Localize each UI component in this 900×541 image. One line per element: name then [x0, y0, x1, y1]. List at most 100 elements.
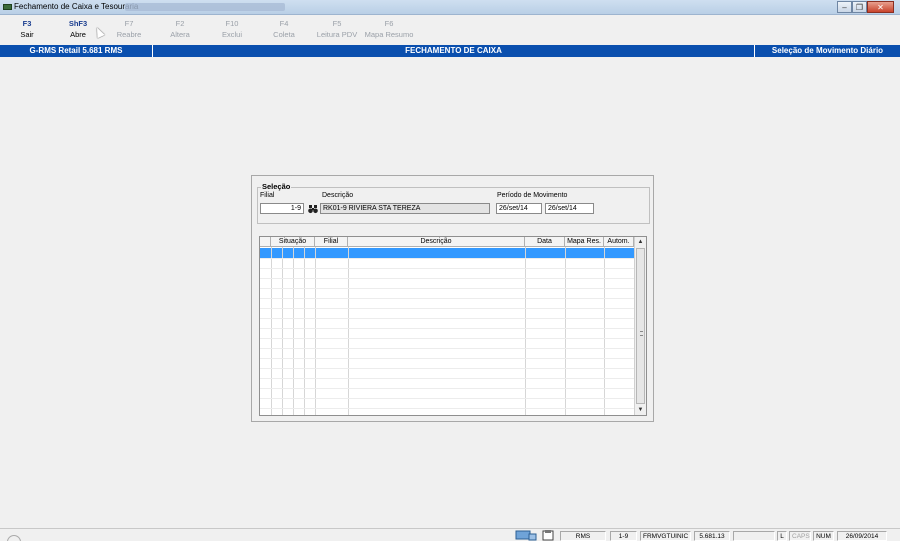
status-l: L — [777, 531, 787, 541]
column-descricao[interactable]: Descrição — [348, 237, 525, 247]
grid-row-line — [260, 368, 634, 369]
fkey-key: F4 — [279, 19, 289, 28]
status-num: NUM — [813, 531, 834, 541]
window-title: Fechamento de Caixa e Tesouraria — [14, 2, 139, 11]
app-icon — [3, 4, 12, 10]
column-autom[interactable]: Autom. — [604, 237, 634, 247]
scrollbar-grip — [640, 331, 643, 336]
fkey-label: Sair — [20, 30, 34, 39]
fkey-label: Altera — [170, 30, 190, 39]
selection-group: Seleção Filial 1-9 Descrição RK01-9 RIVI… — [257, 182, 650, 224]
fkey-exclui[interactable]: F10 Exclui — [205, 19, 259, 40]
minimize-button[interactable]: – — [837, 1, 852, 13]
scrollbar-thumb[interactable] — [636, 248, 645, 404]
fkey-key: F2 — [175, 19, 185, 28]
filial-label: Filial — [260, 192, 275, 199]
fkey-mapa-resumo[interactable]: F6 Mapa Resumo — [362, 19, 416, 40]
status-version: 5.681.13 — [694, 531, 730, 541]
clipboard-icon — [542, 530, 554, 541]
screen-title: FECHAMENTO DE CAIXA — [405, 46, 502, 55]
grid-column-line — [304, 247, 305, 415]
fkey-key: F6 — [384, 19, 394, 28]
close-button[interactable]: ✕ — [867, 1, 894, 13]
scroll-down-icon[interactable]: ▼ — [635, 405, 646, 415]
status-form: FRMVGTUINIC — [640, 531, 691, 541]
restore-button[interactable]: ❐ — [852, 1, 867, 13]
grid-row-line — [260, 408, 634, 409]
fkey-label: Reabre — [116, 30, 142, 39]
selection-panel: Seleção Filial 1-9 Descrição RK01-9 RIVI… — [251, 175, 654, 422]
grid-row-line — [260, 398, 634, 399]
periodo-inicio-input[interactable]: 26/set/14 — [496, 203, 542, 214]
status-date: 26/09/2014 — [837, 531, 887, 541]
grid-row-line — [260, 298, 634, 299]
close-icon: ✕ — [877, 2, 884, 12]
network-computer-icon — [515, 530, 537, 541]
status-user: RMS — [560, 531, 606, 541]
app-name: G-RMS Retail 5.681 RMS — [29, 46, 123, 55]
grid-column-line — [348, 247, 349, 415]
window-controls: – ❐ ✕ — [837, 1, 894, 13]
redacted-title-area — [125, 3, 285, 11]
status-filial: 1-9 — [610, 531, 637, 541]
filial-input[interactable]: 1-9 — [260, 203, 304, 214]
grid-row-line — [260, 388, 634, 389]
movement-grid: Situação Filial Descrição Data Mapa Res.… — [259, 236, 647, 416]
scroll-up-icon[interactable]: ▲ — [635, 237, 646, 247]
fkey-label: Mapa Resumo — [364, 30, 414, 39]
grid-row-line — [260, 338, 634, 339]
grid-column-line — [282, 247, 283, 415]
grid-row-line — [260, 348, 634, 349]
status-empty — [733, 531, 775, 541]
status-bar: RMS 1-9 FRMVGTUINIC 5.681.13 L CAPS NUM … — [0, 528, 900, 541]
column-situacao[interactable]: Situação — [271, 237, 315, 247]
function-key-toolbar: F3 Sair ShF3 Abre F7 Reabre F2 Altera F1… — [0, 16, 900, 44]
grid-column-line — [565, 247, 566, 415]
window-titlebar: Fechamento de Caixa e Tesouraria – ❐ ✕ — [0, 0, 900, 15]
grid-row-line — [260, 288, 634, 289]
grid-header-indicator — [260, 237, 271, 247]
grid-row-line — [260, 308, 634, 309]
column-filial[interactable]: Filial — [315, 237, 348, 247]
fkey-coleta[interactable]: F4 Coleta — [257, 19, 311, 40]
grid-row-line — [260, 258, 634, 259]
grid-vertical-scrollbar[interactable]: ▲ ▼ — [634, 237, 646, 415]
grid-column-line — [525, 247, 526, 415]
binoculars-search-icon[interactable] — [308, 204, 318, 214]
fkey-altera[interactable]: F2 Altera — [153, 19, 207, 40]
fkey-reabre[interactable]: F7 Reabre — [102, 19, 156, 40]
grid-row-line — [260, 278, 634, 279]
status-caps: CAPS — [789, 531, 811, 541]
fkey-key: F7 — [124, 19, 134, 28]
grid-column-line — [293, 247, 294, 415]
grid-row-line — [260, 358, 634, 359]
fkey-label: Exclui — [221, 30, 242, 39]
fkey-sair[interactable]: F3 Sair — [0, 19, 54, 40]
fkey-key: F10 — [225, 19, 239, 28]
restore-icon: ❐ — [855, 2, 864, 12]
selected-table-row[interactable] — [260, 248, 634, 258]
grid-row-line — [260, 378, 634, 379]
grid-header: Situação Filial Descrição Data Mapa Res.… — [260, 237, 634, 247]
fkey-key: F5 — [332, 19, 342, 28]
grid-row-line — [260, 328, 634, 329]
grid-column-line — [315, 247, 316, 415]
grid-column-line — [604, 247, 605, 415]
periodo-label: Período de Movimento — [497, 192, 568, 199]
column-mapa-res[interactable]: Mapa Res. — [565, 237, 604, 247]
column-data[interactable]: Data — [525, 237, 565, 247]
fkey-label: Coleta — [273, 30, 295, 39]
fkey-key: F3 — [22, 19, 32, 28]
grid-column-line — [271, 247, 272, 415]
minimize-icon: – — [842, 2, 847, 12]
module-header-bar: G-RMS Retail 5.681 RMS FECHAMENTO DE CAI… — [0, 45, 900, 57]
fkey-leitura-pdv[interactable]: F5 Leitura PDV — [310, 19, 364, 40]
grid-row-line — [260, 318, 634, 319]
screen-mode: Seleção de Movimento Diário — [771, 46, 884, 55]
grid-row-line — [260, 268, 634, 269]
periodo-fim-input[interactable]: 26/set/14 — [545, 203, 594, 214]
selection-legend: Seleção — [261, 182, 292, 191]
fkey-label: Leitura PDV — [316, 30, 358, 39]
descricao-label: Descrição — [322, 192, 354, 199]
descricao-field: RK01-9 RIVIERA STA TEREZA — [320, 203, 490, 214]
